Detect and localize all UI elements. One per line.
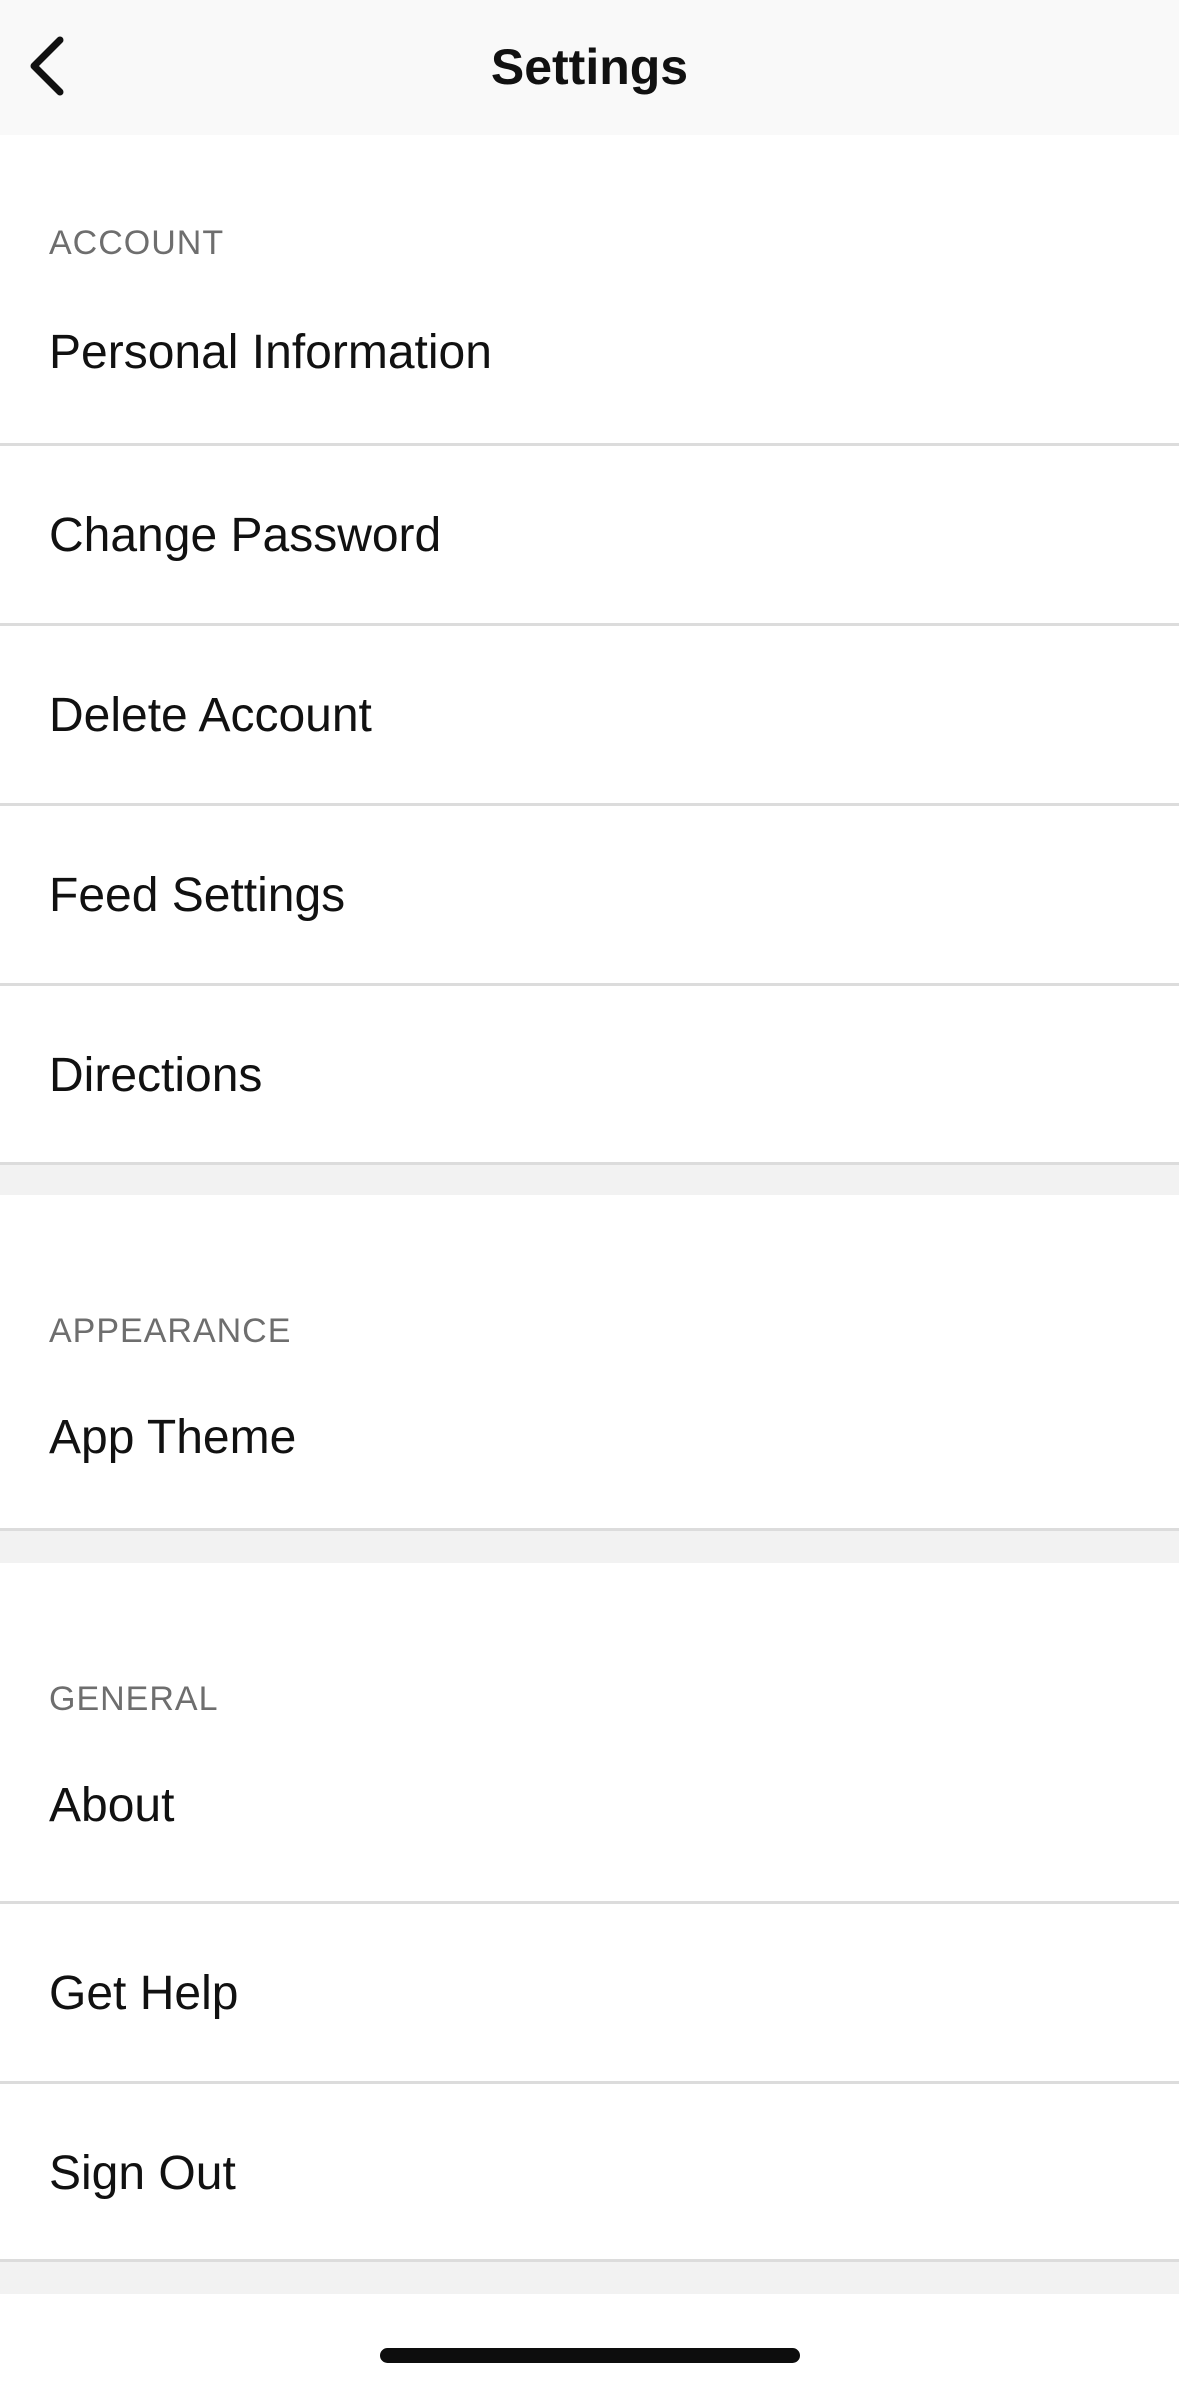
settings-item-label: Directions — [49, 1049, 263, 1102]
settings-item-label: Personal Information — [49, 326, 492, 379]
settings-item-get-help[interactable]: Get Help — [0, 1904, 1179, 2084]
divider — [0, 1162, 1179, 1165]
section-header-general: GENERAL — [49, 1680, 219, 1718]
settings-item-app-theme[interactable]: App Theme — [0, 1348, 1179, 1528]
settings-item-personal-information[interactable]: Personal Information — [0, 263, 1179, 443]
settings-item-change-password[interactable]: Change Password — [0, 446, 1179, 626]
bottom-safe-area — [0, 2294, 1179, 2396]
page-title: Settings — [490, 39, 689, 95]
settings-item-label: Feed Settings — [49, 869, 346, 922]
settings-item-directions[interactable]: Directions — [0, 986, 1179, 1166]
section-header-account: ACCOUNT — [49, 224, 225, 262]
settings-item-delete-account[interactable]: Delete Account — [0, 626, 1179, 806]
settings-item-label: About — [49, 1779, 175, 1832]
settings-item-label: App Theme — [49, 1411, 297, 1464]
navigation-bar: Settings — [0, 0, 1179, 135]
home-indicator[interactable] — [380, 2348, 800, 2363]
settings-item-label: Change Password — [49, 509, 442, 562]
settings-item-label: Get Help — [49, 1967, 239, 2020]
divider — [0, 1528, 1179, 1531]
appearance-section: APPEARANCE App Theme — [0, 1195, 1179, 1531]
section-header-appearance: APPEARANCE — [49, 1312, 292, 1350]
settings-item-about[interactable]: About — [0, 1716, 1179, 1896]
settings-item-label: Delete Account — [49, 689, 372, 742]
chevron-left-icon — [30, 36, 64, 96]
back-button[interactable] — [14, 26, 78, 106]
settings-item-label: Sign Out — [49, 2147, 236, 2200]
divider — [0, 2259, 1179, 2262]
settings-item-sign-out[interactable]: Sign Out — [0, 2084, 1179, 2264]
settings-item-feed-settings[interactable]: Feed Settings — [0, 806, 1179, 986]
general-section: GENERAL About Get Help Sign Out — [0, 1563, 1179, 2262]
account-section: ACCOUNT Personal Information Change Pass… — [0, 135, 1179, 1166]
